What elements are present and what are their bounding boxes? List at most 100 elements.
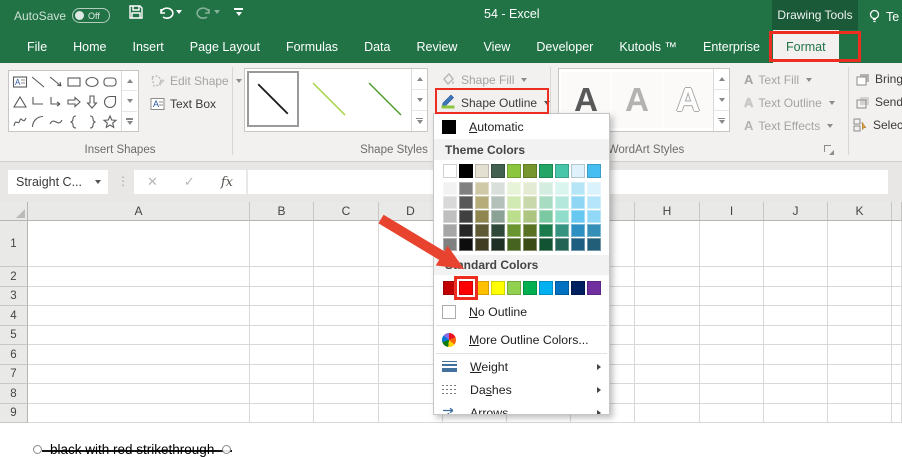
standard-color-swatch[interactable] bbox=[539, 281, 553, 295]
text-fill-button[interactable]: A Text Fill bbox=[744, 72, 812, 87]
theme-variant-swatch[interactable] bbox=[443, 224, 457, 237]
theme-variant-swatch[interactable] bbox=[459, 196, 473, 209]
row-header-6[interactable]: 6 bbox=[0, 345, 28, 365]
undo-dropdown-caret[interactable] bbox=[176, 10, 182, 14]
theme-color-swatch[interactable] bbox=[555, 164, 569, 178]
row-header-7[interactable]: 7 bbox=[0, 365, 28, 384]
theme-variant-swatch[interactable] bbox=[475, 182, 489, 195]
theme-variant-swatch[interactable] bbox=[459, 182, 473, 195]
tab-format[interactable]: Format bbox=[773, 30, 839, 63]
theme-variant-swatch[interactable] bbox=[491, 196, 505, 209]
theme-variant-swatch[interactable] bbox=[507, 196, 521, 209]
column-header-H[interactable]: H bbox=[635, 202, 700, 221]
theme-variant-swatch[interactable] bbox=[443, 238, 457, 251]
theme-variant-swatch[interactable] bbox=[571, 196, 585, 209]
theme-variant-swatch[interactable] bbox=[523, 196, 537, 209]
name-box-caret[interactable] bbox=[95, 180, 101, 184]
theme-variant-swatch[interactable] bbox=[443, 196, 457, 209]
shape-style-preset-3[interactable] bbox=[359, 71, 411, 127]
theme-color-swatch[interactable] bbox=[459, 164, 473, 178]
theme-variant-swatch[interactable] bbox=[555, 238, 569, 251]
bring-forward-button[interactable]: Bring bbox=[856, 72, 902, 86]
text-box-shape-icon[interactable]: A bbox=[12, 74, 28, 90]
right-arrow-shape-icon[interactable] bbox=[66, 94, 82, 110]
theme-variant-swatch[interactable] bbox=[523, 238, 537, 251]
standard-color-swatch[interactable] bbox=[523, 281, 537, 295]
edit-shape-button[interactable]: Edit Shape bbox=[150, 74, 242, 88]
star-shape-icon[interactable] bbox=[102, 114, 118, 130]
standard-color-swatch[interactable] bbox=[571, 281, 585, 295]
menu-item-weight[interactable]: Weight bbox=[434, 355, 609, 378]
row-header-9[interactable]: 9 bbox=[0, 404, 28, 423]
standard-color-swatch[interactable] bbox=[459, 281, 473, 295]
theme-variant-swatch[interactable] bbox=[443, 210, 457, 223]
styles-more-button[interactable] bbox=[412, 110, 427, 131]
theme-variant-swatch[interactable] bbox=[555, 196, 569, 209]
theme-variant-swatch[interactable] bbox=[539, 196, 553, 209]
customize-quick-access-icon[interactable] bbox=[234, 8, 243, 16]
tab-formulas[interactable]: Formulas bbox=[273, 30, 351, 63]
wordart-preset-gray[interactable]: A bbox=[612, 72, 662, 128]
tab-insert[interactable]: Insert bbox=[120, 30, 177, 63]
theme-variant-swatch[interactable] bbox=[475, 210, 489, 223]
tab-file[interactable]: File bbox=[14, 30, 60, 63]
theme-variant-swatch[interactable] bbox=[507, 238, 521, 251]
column-header-B[interactable]: B bbox=[250, 202, 314, 221]
theme-variant-swatch[interactable] bbox=[507, 182, 521, 195]
theme-variant-swatch[interactable] bbox=[491, 238, 505, 251]
column-header-partial[interactable] bbox=[892, 202, 902, 221]
tab-developer[interactable]: Developer bbox=[523, 30, 606, 63]
tab-enterprise[interactable]: Enterprise bbox=[690, 30, 773, 63]
theme-variant-swatch[interactable] bbox=[539, 238, 553, 251]
name-box[interactable]: Straight C... bbox=[8, 170, 108, 194]
theme-variant-swatch[interactable] bbox=[491, 224, 505, 237]
theme-variant-swatch[interactable] bbox=[539, 210, 553, 223]
gallery-more-button[interactable] bbox=[122, 111, 137, 131]
menu-item-no-outline[interactable]: No Outline bbox=[434, 299, 609, 324]
row-header-3[interactable]: 3 bbox=[0, 287, 28, 306]
text-outline-button[interactable]: A Text Outline bbox=[744, 95, 835, 110]
row-header-8[interactable]: 8 bbox=[0, 384, 28, 404]
shape-handle-left[interactable] bbox=[33, 445, 42, 454]
row-header-1[interactable]: 1 bbox=[0, 221, 28, 267]
right-brace-shape-icon[interactable] bbox=[84, 114, 100, 130]
theme-variant-swatch[interactable] bbox=[475, 238, 489, 251]
save-icon[interactable] bbox=[128, 4, 144, 20]
column-header-I[interactable]: I bbox=[700, 202, 764, 221]
theme-color-swatch[interactable] bbox=[539, 164, 553, 178]
elbow-connector-shape-icon[interactable] bbox=[30, 94, 46, 110]
tab-page-layout[interactable]: Page Layout bbox=[177, 30, 273, 63]
theme-variant-swatch[interactable] bbox=[571, 238, 585, 251]
theme-color-swatch[interactable] bbox=[491, 164, 505, 178]
rectangle-shape-icon[interactable] bbox=[66, 74, 82, 90]
insert-function-button[interactable]: fx bbox=[221, 175, 233, 190]
standard-color-swatch[interactable] bbox=[443, 281, 457, 295]
line-arrow-shape-icon[interactable] bbox=[48, 74, 64, 90]
theme-color-swatch[interactable] bbox=[523, 164, 537, 178]
column-header-C[interactable]: C bbox=[314, 202, 379, 221]
elbow-arrow-connector-shape-icon[interactable] bbox=[48, 94, 64, 110]
theme-variant-swatch[interactable] bbox=[539, 224, 553, 237]
dialog-launcher-icon[interactable] bbox=[824, 145, 834, 155]
theme-variant-swatch[interactable] bbox=[491, 182, 505, 195]
row-header-5[interactable]: 5 bbox=[0, 326, 28, 345]
column-header-J[interactable]: J bbox=[764, 202, 828, 221]
arc-shape-icon[interactable] bbox=[30, 114, 46, 130]
standard-color-swatch[interactable] bbox=[491, 281, 505, 295]
theme-variant-swatch[interactable] bbox=[587, 238, 601, 251]
theme-variant-swatch[interactable] bbox=[571, 182, 585, 195]
theme-variant-swatch[interactable] bbox=[571, 210, 585, 223]
send-backward-button[interactable]: Send bbox=[856, 95, 902, 109]
standard-color-swatch[interactable] bbox=[555, 281, 569, 295]
menu-item-more-outline-colors[interactable]: More Outline Colors... bbox=[434, 327, 609, 352]
selection-pane-button[interactable]: Select bbox=[853, 118, 902, 132]
curve-shape-icon[interactable] bbox=[48, 114, 64, 130]
tab-home[interactable]: Home bbox=[60, 30, 119, 63]
menu-item-automatic[interactable]: Automatic bbox=[434, 114, 609, 139]
cell-a1-text[interactable]: black with red strikethrough bbox=[50, 442, 214, 457]
tab-data[interactable]: Data bbox=[351, 30, 403, 63]
theme-color-swatch[interactable] bbox=[443, 164, 457, 178]
down-arrow-shape-icon[interactable] bbox=[84, 94, 100, 110]
styles-scroll-down[interactable] bbox=[412, 89, 427, 110]
theme-variant-swatch[interactable] bbox=[587, 196, 601, 209]
